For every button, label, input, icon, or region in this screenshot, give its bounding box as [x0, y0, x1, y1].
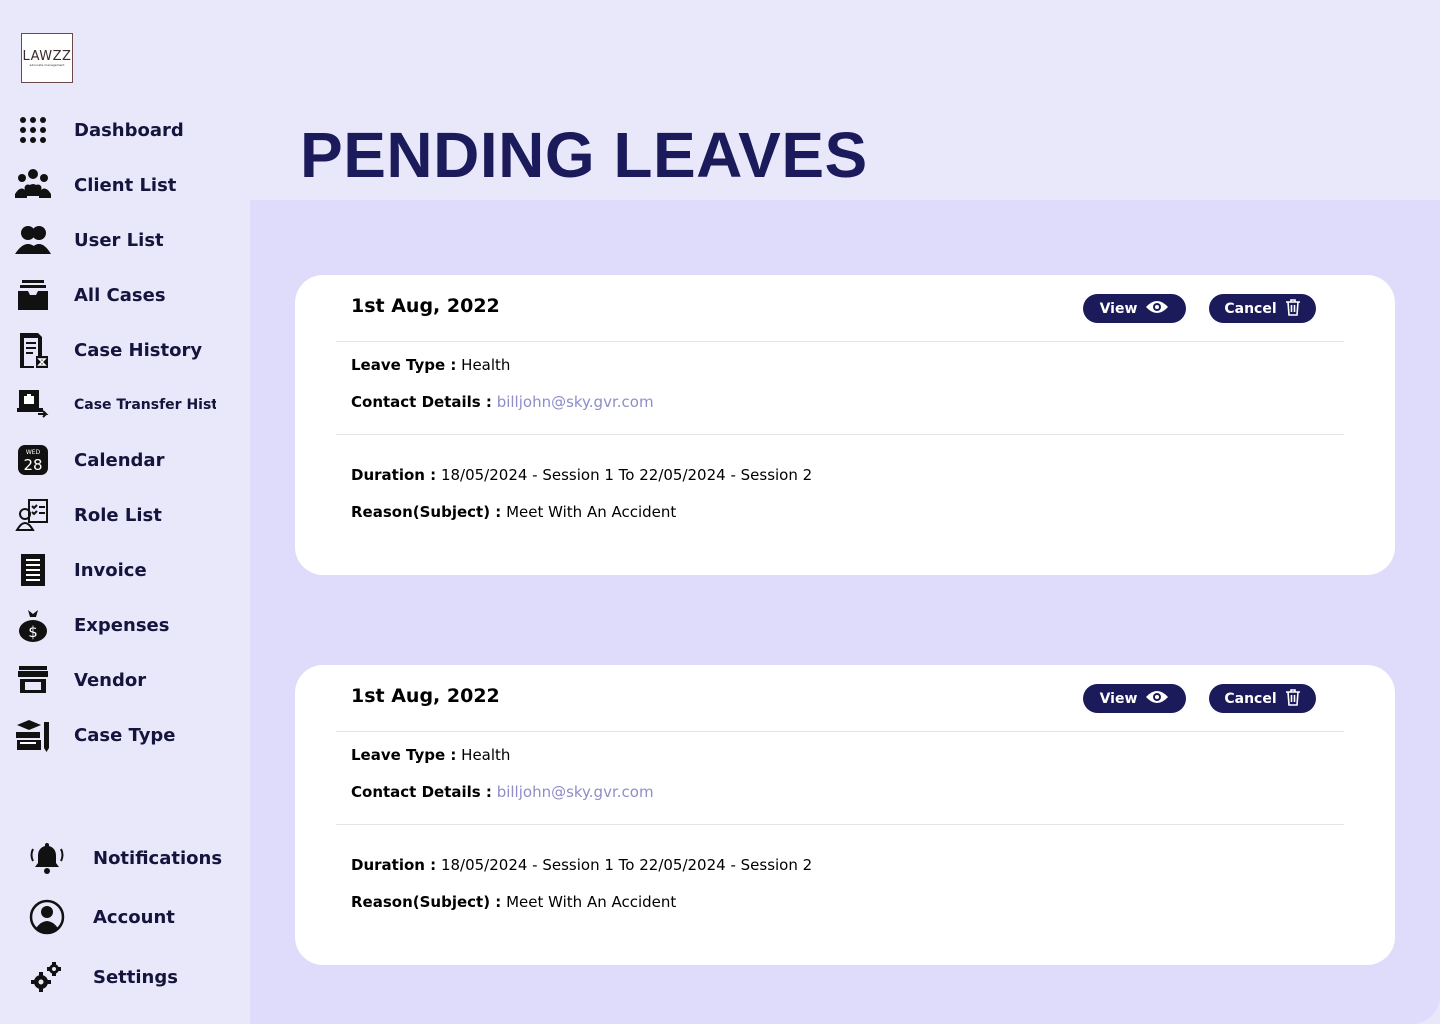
- reason-row: Reason(Subject) : Meet With An Accident: [351, 893, 676, 911]
- sidebar-item-settings[interactable]: Settings: [28, 957, 178, 997]
- divider: [336, 341, 1344, 342]
- logo-subtext: advocate management: [29, 62, 65, 67]
- duration-row: Duration : 18/05/2024 - Session 1 To 22/…: [351, 856, 812, 874]
- sidebar-item-label: Dashboard: [74, 119, 184, 141]
- divider: [336, 824, 1344, 825]
- grid-dots-icon: [14, 111, 52, 149]
- leave-card: 1st Aug, 2022 View Cancel Leave Type : H…: [295, 275, 1395, 575]
- view-button-label: View: [1099, 690, 1138, 707]
- sidebar-item-all-cases[interactable]: All Cases: [14, 275, 240, 315]
- leave-type-value: Health: [461, 746, 511, 764]
- duration-value: 18/05/2024 - Session 1 To 22/05/2024 - S…: [440, 856, 813, 874]
- sidebar-item-account[interactable]: Account: [28, 897, 175, 937]
- logo-text: LAWZZ: [22, 48, 72, 64]
- sidebar-item-label: Settings: [93, 966, 178, 988]
- view-button[interactable]: View: [1083, 294, 1186, 323]
- divider: [336, 731, 1344, 732]
- duration-row: Duration : 18/05/2024 - Session 1 To 22/…: [351, 466, 812, 484]
- duration-value: 18/05/2024 - Session 1 To 22/05/2024 - S…: [440, 466, 813, 484]
- sidebar-item-case-type[interactable]: Case Type: [14, 715, 240, 755]
- leave-type-label: Leave Type :: [351, 746, 457, 764]
- reason-value: Meet With An Accident: [506, 503, 677, 521]
- leave-type-row: Leave Type : Health: [351, 356, 510, 374]
- users-icon: [14, 221, 52, 259]
- bell-icon: [28, 839, 66, 877]
- svg-text:$: $: [28, 623, 38, 641]
- duration-label: Duration :: [351, 466, 437, 484]
- briefcase-transfer-icon: [14, 386, 52, 424]
- sidebar-item-dashboard[interactable]: Dashboard: [14, 110, 240, 150]
- leave-date: 1st Aug, 2022: [351, 685, 500, 707]
- reason-label: Reason(Subject) :: [351, 503, 502, 521]
- user-checklist-icon: [14, 496, 52, 534]
- money-bag-icon: $: [14, 606, 52, 644]
- cancel-button-label: Cancel: [1224, 690, 1277, 707]
- leaves-content: 1st Aug, 2022 View Cancel Leave Type : H…: [250, 200, 1440, 1024]
- view-button-label: View: [1099, 300, 1138, 317]
- sidebar-item-label: Case Transfer Hist: [74, 397, 216, 413]
- cancel-button-label: Cancel: [1224, 300, 1277, 317]
- view-button[interactable]: View: [1083, 684, 1186, 713]
- cancel-button[interactable]: Cancel: [1209, 684, 1316, 713]
- reason-row: Reason(Subject) : Meet With An Accident: [351, 503, 676, 521]
- storefront-icon: [14, 661, 52, 699]
- sidebar-item-case-transfer-history[interactable]: Case Transfer Hist: [14, 385, 240, 425]
- contact-label: Contact Details :: [351, 393, 492, 411]
- leave-type-label: Leave Type :: [351, 356, 457, 374]
- sidebar-item-label: Client List: [74, 174, 177, 196]
- sidebar: LAWZZ advocate management Dashboard Clie…: [0, 0, 250, 1024]
- leave-type-row: Leave Type : Health: [351, 746, 510, 764]
- sidebar-item-label: Role List: [74, 504, 162, 526]
- sidebar-item-label: Calendar: [74, 449, 165, 471]
- contact-label: Contact Details :: [351, 783, 492, 801]
- sidebar-item-label: All Cases: [74, 284, 166, 306]
- gears-icon: [28, 958, 66, 996]
- sidebar-item-label: Case Type: [74, 724, 176, 746]
- sidebar-item-label: Expenses: [74, 614, 170, 636]
- sidebar-item-label: Account: [93, 906, 175, 928]
- reason-value: Meet With An Accident: [506, 893, 677, 911]
- inbox-tray-icon: [14, 276, 52, 314]
- eye-icon: [1145, 300, 1169, 318]
- sidebar-item-user-list[interactable]: User List: [14, 220, 240, 260]
- sidebar-item-label: Case History: [74, 339, 203, 361]
- app-frame: LAWZZ advocate management Dashboard Clie…: [0, 0, 1440, 1024]
- divider: [336, 434, 1344, 435]
- books-pen-icon: [14, 716, 52, 754]
- leave-type-value: Health: [461, 356, 511, 374]
- contact-row: Contact Details : billjohn@sky.gvr.com: [351, 393, 654, 411]
- sidebar-item-label: Invoice: [74, 559, 147, 581]
- sidebar-item-label: Notifications: [93, 847, 223, 869]
- trash-icon: [1285, 688, 1301, 710]
- contact-row: Contact Details : billjohn@sky.gvr.com: [351, 783, 654, 801]
- group-icon: [14, 166, 52, 204]
- sidebar-item-label: Vendor: [74, 669, 147, 691]
- sidebar-item-client-list[interactable]: Client List: [14, 165, 240, 205]
- contact-email-link[interactable]: billjohn@sky.gvr.com: [497, 783, 654, 801]
- sidebar-item-vendor[interactable]: Vendor: [14, 660, 240, 700]
- sidebar-item-label: User List: [74, 229, 164, 251]
- calendar-date-text: 28: [23, 456, 42, 474]
- logo: LAWZZ advocate management: [21, 33, 73, 83]
- leave-date: 1st Aug, 2022: [351, 295, 500, 317]
- sidebar-item-expenses[interactable]: $ Expenses: [14, 605, 240, 645]
- user-circle-icon: [28, 898, 66, 936]
- calendar-day-text: WED: [26, 449, 41, 456]
- duration-label: Duration :: [351, 856, 437, 874]
- sidebar-item-notifications[interactable]: Notifications: [28, 838, 222, 878]
- sidebar-item-calendar[interactable]: WED 28 Calendar: [14, 440, 240, 480]
- document-hourglass-icon: [14, 331, 52, 369]
- page-title: PENDING LEAVES: [300, 119, 868, 191]
- sidebar-item-invoice[interactable]: Invoice: [14, 550, 240, 590]
- sidebar-item-case-history[interactable]: Case History: [14, 330, 240, 370]
- leave-card: 1st Aug, 2022 View Cancel Leave Type : H…: [295, 665, 1395, 965]
- eye-icon: [1145, 690, 1169, 708]
- contact-email-link[interactable]: billjohn@sky.gvr.com: [497, 393, 654, 411]
- trash-icon: [1285, 298, 1301, 320]
- cancel-button[interactable]: Cancel: [1209, 294, 1316, 323]
- calendar-icon: WED 28: [14, 441, 52, 479]
- sidebar-item-role-list[interactable]: Role List: [14, 495, 240, 535]
- reason-label: Reason(Subject) :: [351, 893, 502, 911]
- receipt-icon: [14, 551, 52, 589]
